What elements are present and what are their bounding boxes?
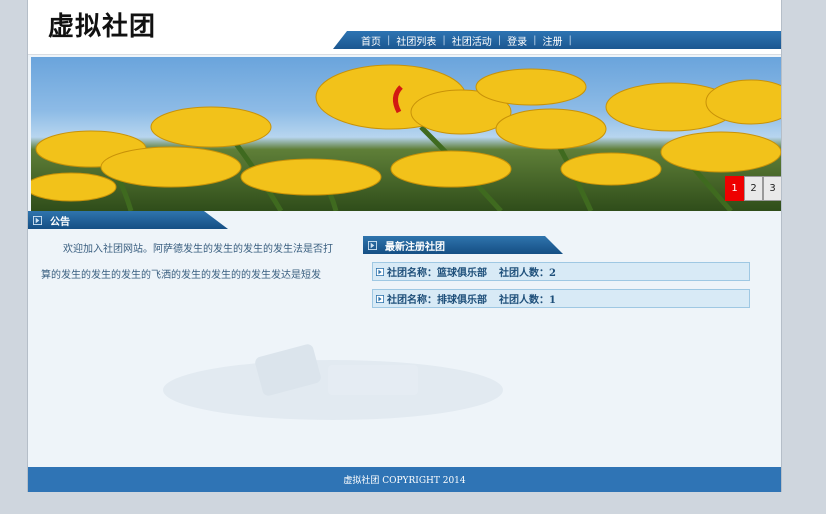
copyright-text: 虚拟社团 COPYRIGHT 2014 bbox=[343, 476, 466, 486]
site-footer: 虚拟社团 COPYRIGHT 2014 bbox=[28, 467, 781, 492]
main-nav: 首页 | 社团列表 | 社团活动 | 登录 | 注册 | bbox=[333, 31, 781, 49]
site-header: 虚拟社团 首页 | 社团列表 | 社团活动 | 登录 | 注册 | bbox=[28, 0, 781, 55]
arrow-right-icon bbox=[33, 215, 42, 225]
slide-button-3[interactable]: 3 bbox=[763, 176, 781, 201]
nav-login[interactable]: 登录 bbox=[501, 33, 533, 48]
club-name: 社团名称：排球俱乐部 bbox=[387, 295, 487, 306]
club-member-count: 社团人数：1 bbox=[499, 295, 556, 306]
arrow-right-icon bbox=[368, 240, 377, 250]
nav-club-activities[interactable]: 社团活动 bbox=[446, 33, 498, 48]
arrow-right-icon bbox=[376, 267, 384, 276]
notice-section-header: 公告 bbox=[28, 211, 228, 229]
new-clubs-title: 最新注册社团 bbox=[385, 241, 445, 253]
slide-button-1[interactable]: 1 bbox=[725, 176, 744, 201]
club-list-item[interactable]: 社团名称：排球俱乐部 社团人数：1 bbox=[372, 289, 750, 308]
new-clubs-section-header: 最新注册社团 bbox=[363, 236, 563, 254]
background-decoration bbox=[163, 344, 503, 420]
site-title: 虚拟社团 bbox=[48, 12, 157, 42]
tulip-banner-image[interactable] bbox=[31, 57, 781, 211]
notice-content: 欢迎加入社团网站。阿萨德发生的发生的发生的发生法是否打算的发生的发生的发生的飞洒… bbox=[41, 244, 333, 281]
notice-title: 公告 bbox=[50, 216, 70, 228]
nav-register[interactable]: 注册 bbox=[537, 33, 569, 48]
page-container: 虚拟社团 首页 | 社团列表 | 社团活动 | 登录 | 注册 | 1 2 3 … bbox=[27, 0, 782, 492]
slide-button-2[interactable]: 2 bbox=[744, 176, 763, 201]
arrow-right-icon bbox=[376, 294, 384, 303]
nav-club-list[interactable]: 社团列表 bbox=[390, 33, 442, 48]
tulip-banner-art bbox=[31, 64, 781, 211]
club-name: 社团名称：篮球俱乐部 bbox=[387, 268, 487, 279]
banner-slider-controls: 1 2 3 bbox=[725, 176, 781, 201]
nav-home[interactable]: 首页 bbox=[355, 33, 387, 48]
club-member-count: 社团人数：2 bbox=[499, 268, 556, 279]
club-list-item[interactable]: 社团名称：篮球俱乐部 社团人数：2 bbox=[372, 262, 750, 281]
